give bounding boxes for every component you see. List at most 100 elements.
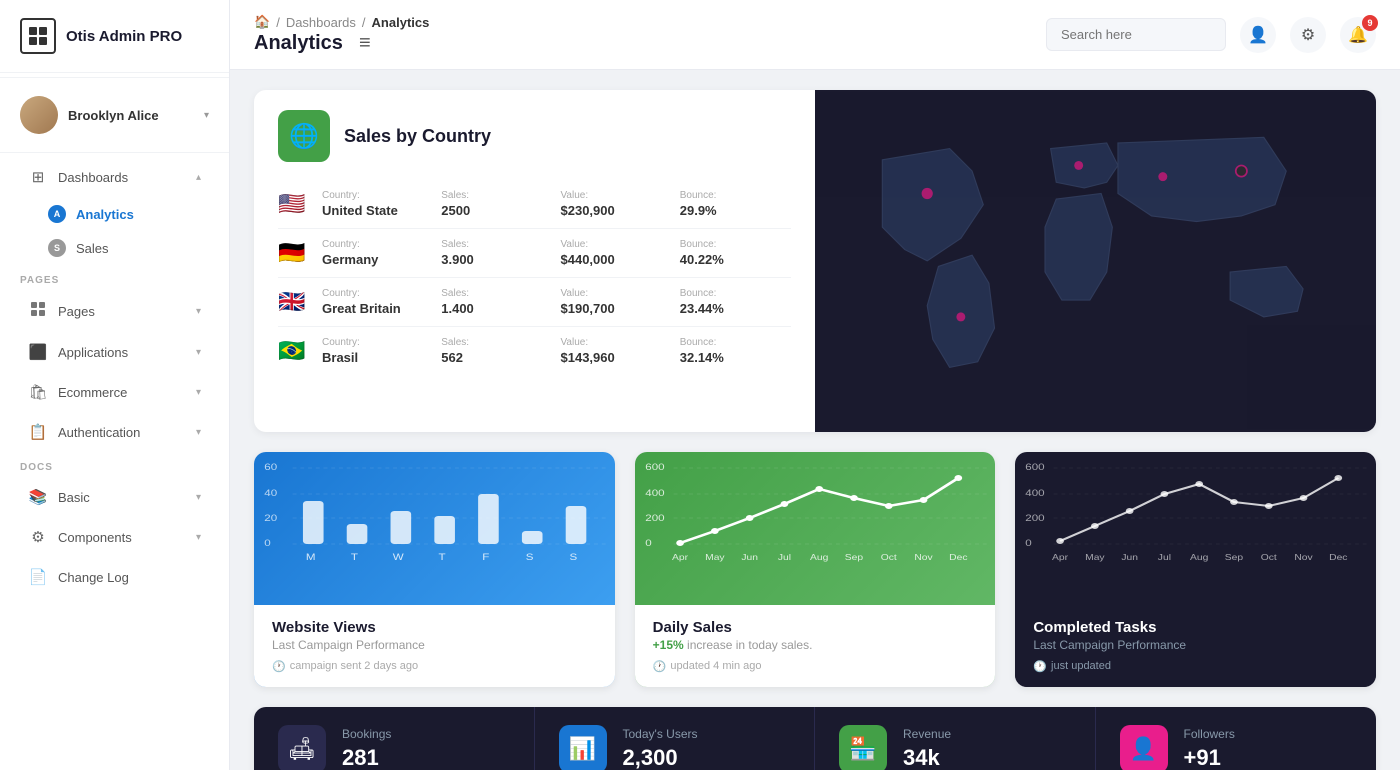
value-label: Value: [561, 337, 672, 348]
authentication-icon: 📋 [28, 423, 48, 441]
pages-icon [28, 301, 48, 321]
completed-tasks-title: Completed Tasks [1033, 619, 1358, 636]
svg-text:Sep: Sep [844, 553, 862, 562]
value-label: Value: [561, 288, 672, 299]
svg-text:Jun: Jun [741, 553, 758, 562]
components-chevron-icon: ▾ [196, 532, 201, 543]
ecommerce-chevron-icon: ▾ [196, 387, 201, 398]
bookings-icon: 🛋 [288, 736, 316, 762]
breadcrumb-link-dashboards[interactable]: Dashboards [286, 15, 356, 30]
country-row: 🇩🇪 Country: Germany Sales: 3.900 Value: … [278, 229, 791, 278]
clock-icon: 🕐 [272, 660, 286, 673]
revenue-icon: 🏪 [849, 736, 876, 762]
svg-text:S: S [526, 553, 534, 563]
country-label: Country: [322, 337, 433, 348]
today-users-info: Today's Users 2,300 [623, 727, 698, 770]
country-name-cell: Country: Germany [322, 239, 433, 267]
website-views-subtitle: Last Campaign Performance [272, 638, 597, 652]
svg-text:0: 0 [1026, 539, 1033, 549]
sidebar-item-authentication[interactable]: 📋 Authentication ▾ [8, 413, 221, 451]
stat-revenue: 🏪 Revenue 34k [815, 707, 1096, 770]
followers-icon-wrap: 👤 [1120, 725, 1168, 770]
country-flag: 🇬🇧 [278, 289, 314, 315]
dashboards-chevron-icon: ▴ [196, 172, 201, 183]
sales-cell: Sales: 1.400 [441, 288, 552, 316]
daily-sales-highlight: +15% [653, 638, 684, 652]
sidebar-item-applications[interactable]: ⬛ Applications ▾ [8, 333, 221, 371]
daily-sales-title: Daily Sales [653, 619, 978, 636]
sidebar-item-authentication-label: Authentication [58, 425, 186, 440]
svg-text:Oct: Oct [1261, 553, 1278, 562]
bounce-label: Bounce: [680, 288, 791, 299]
svg-text:Sep: Sep [1225, 553, 1243, 562]
basic-icon: 📚 [28, 488, 48, 506]
sales-value: 1.400 [441, 301, 552, 316]
applications-chevron-icon: ▾ [196, 347, 201, 358]
sidebar-item-basic[interactable]: 📚 Basic ▾ [8, 478, 221, 516]
sidebar-item-sales[interactable]: S Sales [8, 232, 221, 264]
svg-text:40: 40 [264, 489, 277, 499]
applications-icon: ⬛ [28, 343, 48, 361]
sidebar-item-ecommerce-label: Ecommerce [58, 385, 186, 400]
revenue-icon-wrap: 🏪 [839, 725, 887, 770]
sidebar-user[interactable]: Brooklyn Alice ▾ [0, 82, 229, 148]
ecommerce-icon: 🛍 [28, 383, 48, 401]
svg-text:Apr: Apr [1052, 553, 1068, 562]
bounce-value: 23.44% [680, 301, 791, 316]
svg-text:Dec: Dec [1329, 553, 1348, 562]
sidebar-item-applications-label: Applications [58, 345, 186, 360]
svg-text:Oct: Oct [880, 553, 897, 562]
docs-section-label: DOCS [0, 452, 229, 477]
svg-text:F: F [482, 553, 489, 563]
sidebar-item-sales-label: Sales [76, 241, 109, 256]
svg-text:20: 20 [264, 514, 277, 524]
sales-cell: Sales: 2500 [441, 190, 552, 218]
sidebar-item-dashboards[interactable]: ⊞ Dashboards ▴ [8, 158, 221, 196]
website-views-title: Website Views [272, 619, 597, 636]
notification-badge: 9 [1362, 15, 1378, 31]
settings-button[interactable]: ⚙ [1290, 17, 1326, 53]
sidebar-item-analytics[interactable]: A Analytics [8, 198, 221, 230]
sales-value: 3.900 [441, 252, 552, 267]
sales-label: Sales: [441, 337, 552, 348]
sales-map [815, 90, 1376, 432]
sales-title: Sales by Country [344, 126, 491, 147]
sidebar-item-components[interactable]: ⚙ Components ▾ [8, 518, 221, 556]
basic-chevron-icon: ▾ [196, 492, 201, 503]
sidebar-item-pages[interactable]: Pages ▾ [8, 291, 221, 331]
svg-text:W: W [393, 553, 404, 563]
dashboards-icon: ⊞ [28, 168, 48, 186]
sidebar-item-ecommerce[interactable]: 🛍 Ecommerce ▾ [8, 373, 221, 411]
profile-button[interactable]: 👤 [1240, 17, 1276, 53]
sidebar-item-components-label: Components [58, 530, 186, 545]
sales-label: Sales: [441, 239, 552, 250]
country-flag: 🇧🇷 [278, 338, 314, 364]
sidebar-item-analytics-label: Analytics [76, 207, 134, 222]
divider-1 [0, 77, 229, 78]
stat-followers: 👤 Followers +91 [1096, 707, 1377, 770]
svg-text:Jul: Jul [1158, 553, 1171, 562]
svg-text:200: 200 [645, 514, 665, 524]
svg-text:200: 200 [1026, 514, 1046, 524]
daily-sales-subtitle: +15% increase in today sales. [653, 638, 978, 652]
breadcrumb-sep1: / [276, 15, 280, 30]
search-input[interactable] [1046, 18, 1226, 51]
value-value: $190,700 [561, 301, 672, 316]
settings-icon: ⚙ [1301, 25, 1315, 45]
sidebar-item-changelog[interactable]: 📄 Change Log [8, 558, 221, 596]
daily-sales-card: 600 400 200 0 [635, 452, 996, 687]
svg-text:600: 600 [1026, 463, 1046, 473]
components-icon: ⚙ [28, 528, 48, 546]
menu-icon[interactable]: ≡ [359, 32, 371, 55]
value-cell: Value: $143,960 [561, 337, 672, 365]
pages-section-label: PAGES [0, 265, 229, 290]
notifications-button[interactable]: 🔔 9 [1340, 17, 1376, 53]
analytics-prefix: A [48, 205, 66, 223]
svg-text:M: M [306, 553, 316, 563]
bounce-label: Bounce: [680, 190, 791, 201]
country-value: United State [322, 203, 433, 218]
revenue-label: Revenue [903, 727, 951, 741]
country-row: 🇬🇧 Country: Great Britain Sales: 1.400 V… [278, 278, 791, 327]
divider-2 [0, 152, 229, 153]
bounce-cell: Bounce: 40.22% [680, 239, 791, 267]
